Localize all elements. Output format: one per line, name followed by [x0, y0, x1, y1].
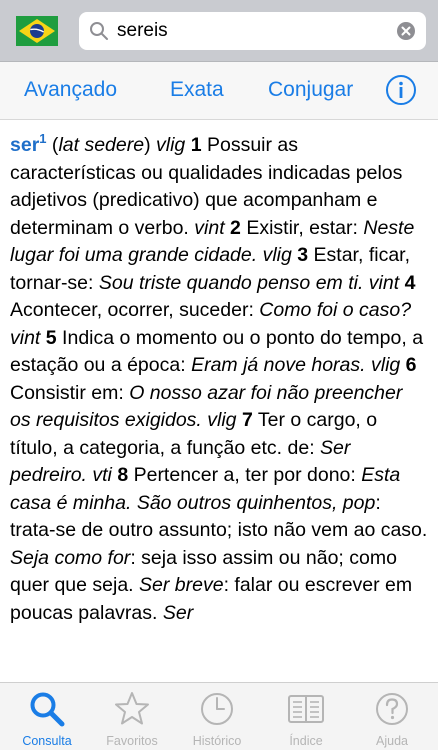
sense-example: Eram já nove horas. vlig — [191, 354, 401, 376]
help-icon — [376, 693, 408, 725]
sense-number: 5 — [45, 326, 57, 349]
definition-text: ser1 (lat sedere) vlig 1 Possuir as cara… — [0, 120, 438, 682]
text-fragment: ) — [144, 134, 156, 156]
search-query: sereis — [117, 20, 168, 41]
magnifier-icon — [90, 22, 108, 40]
sense-definition: Pertencer a, ter por dono: — [128, 464, 362, 486]
book-icon — [288, 695, 324, 723]
sense-number: 2 — [230, 216, 241, 239]
search-icon — [30, 692, 65, 727]
star-icon — [115, 692, 149, 725]
sense-number: 4 — [404, 271, 416, 294]
idiom: Seja como for — [10, 546, 131, 569]
headword: ser — [10, 134, 40, 156]
conjugate-button[interactable]: Conjugar — [268, 78, 353, 102]
tab-historico[interactable]: Histórico — [173, 683, 261, 750]
search-bar: sereis — [0, 0, 438, 62]
clear-icon[interactable] — [396, 21, 416, 41]
tab-indice[interactable]: Índice — [262, 683, 350, 750]
sense-number: 6 — [405, 354, 417, 376]
headword-superscript: 1 — [39, 131, 47, 146]
clock-icon — [201, 693, 233, 725]
tab-label: Índice — [289, 734, 323, 748]
tab-consulta[interactable]: Consulta — [3, 683, 91, 750]
sense-number: 8 — [117, 464, 129, 486]
tab-label: Histórico — [192, 734, 242, 748]
text-fragment: ( — [46, 134, 59, 156]
idiom: Ser — [162, 601, 194, 624]
search-input[interactable]: sereis — [79, 12, 426, 50]
sense-number: 7 — [241, 409, 253, 431]
tab-favoritos[interactable]: Favoritos — [88, 683, 176, 750]
grammar-class: vint — [194, 216, 225, 239]
sense-definition: Existir, estar: — [240, 216, 364, 239]
sense-example: Sou triste quando penso em ti. vint — [98, 271, 400, 294]
tab-label: Favoritos — [106, 734, 158, 748]
idiom: Ser breve — [139, 574, 224, 596]
toolbar: Avançado Exata Conjugar — [0, 62, 438, 120]
sense-definition: Consistir em: — [10, 381, 130, 404]
etymology: lat sedere — [58, 134, 145, 156]
sense-definition: Acontecer, ocorrer, suceder: — [10, 299, 260, 321]
tab-ajuda[interactable]: Ajuda — [348, 683, 436, 750]
tab-label: Ajuda — [376, 734, 408, 748]
brazil-flag-icon[interactable] — [16, 16, 58, 46]
sense-number: 1 — [190, 134, 202, 156]
tab-label: Consulta — [22, 734, 72, 748]
advanced-button[interactable]: Avançado — [24, 78, 117, 102]
grammar-class: vlig — [156, 134, 186, 156]
tab-bar: Consulta Favoritos Histórico Índice Ajud… — [0, 682, 438, 750]
exact-button[interactable]: Exata — [170, 78, 224, 102]
sense-number: 3 — [297, 244, 309, 266]
info-icon[interactable] — [385, 74, 417, 106]
